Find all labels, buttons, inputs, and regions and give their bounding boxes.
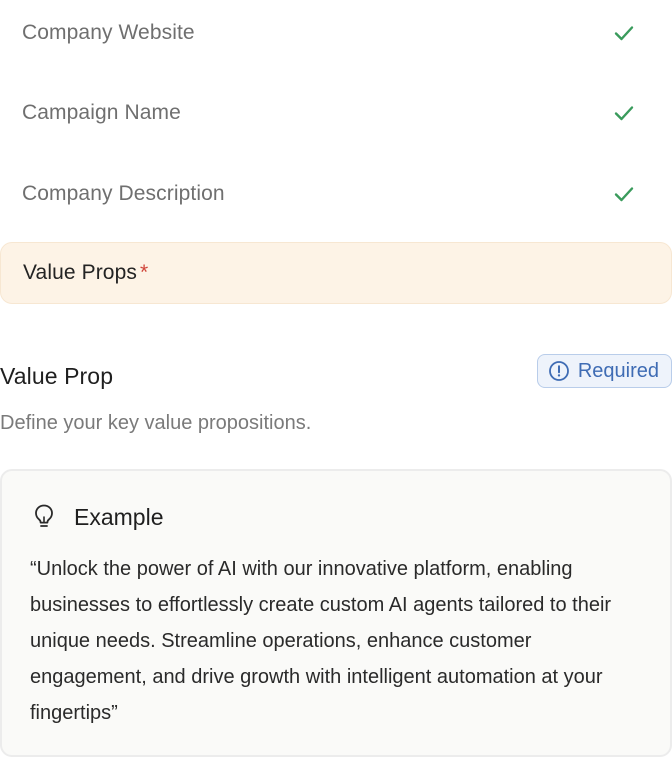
lightbulb-icon [32,503,56,531]
step-label: Campaign Name [22,101,181,124]
check-icon [610,19,638,47]
step-company-website[interactable]: Company Website [0,2,672,64]
required-asterisk: * [139,261,149,284]
step-label: Company Website [22,21,195,44]
required-badge-label: Required [577,359,659,382]
step-campaign-name[interactable]: Campaign Name [0,82,672,144]
check-icon [610,99,638,127]
step-label-text: Value Props [23,261,137,284]
alert-circle-icon [548,360,570,382]
check-icon [610,180,638,208]
required-badge: Required [536,354,672,388]
section-description: Define your key value propositions. [0,412,312,434]
example-header: Example [32,503,163,531]
example-text: “Unlock the power of AI with our innovat… [30,558,612,724]
section-title: Value Prop [0,363,114,389]
step-label: Value Props * [23,261,148,285]
step-value-props[interactable]: Value Props * [0,242,672,304]
example-title: Example [74,503,164,530]
step-company-description[interactable]: Company Description [0,163,672,225]
example-card: Example “Unlock the power of AI with our… [0,469,672,757]
step-label: Company Description [22,182,225,205]
section-header: Value Prop Required [0,354,672,394]
